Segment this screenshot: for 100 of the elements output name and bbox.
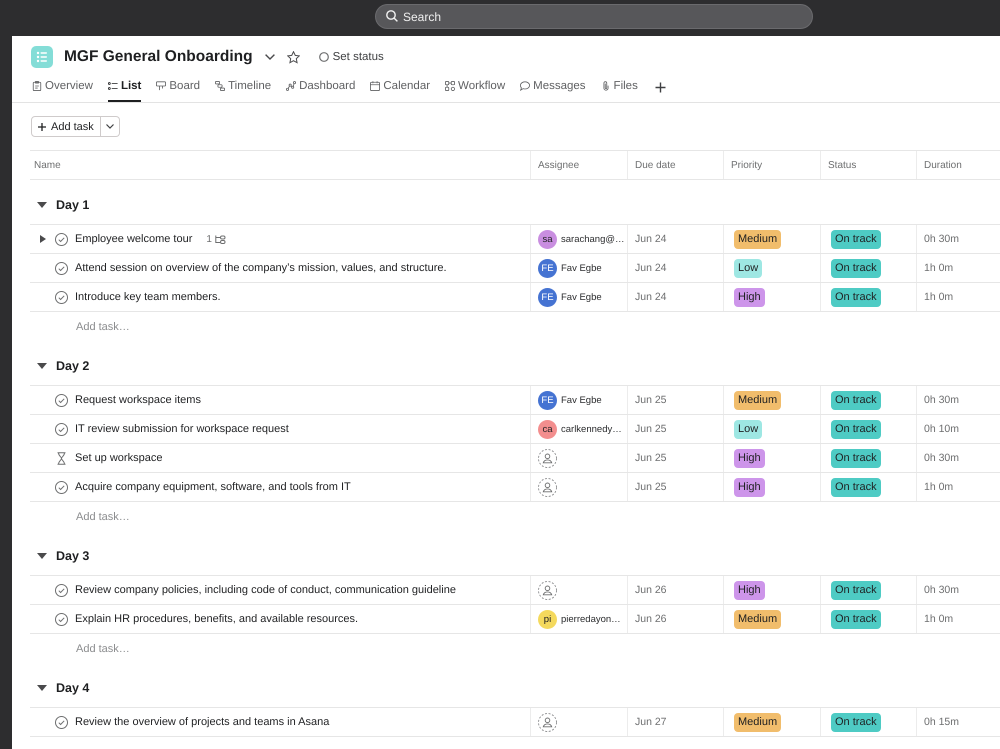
column-header[interactable]: Priority [731, 160, 762, 170]
task-name[interactable]: Attend session on overview of the company’s mission, values, and structure. [75, 262, 447, 274]
check-circle-icon[interactable] [55, 480, 68, 494]
caret-down-icon[interactable] [37, 553, 47, 559]
tab[interactable]: Workflow [445, 72, 506, 102]
duration-text: 0h 30m [924, 452, 960, 464]
check-circle-icon[interactable] [55, 422, 68, 436]
status-tag[interactable]: On track [831, 610, 881, 628]
user-avatar[interactable]: ca [538, 420, 557, 438]
star-icon[interactable] [286, 50, 300, 64]
column-header[interactable]: Duration [924, 160, 962, 170]
priority-tag[interactable]: Medium [734, 230, 782, 248]
add-task-button[interactable]: Add task [31, 116, 101, 137]
chevron-down-icon [106, 124, 114, 129]
unassigned-person-icon[interactable] [538, 712, 557, 732]
due-date: Jun 27 [635, 716, 667, 728]
check-circle-icon[interactable] [55, 394, 68, 406]
user-avatar[interactable]: sa [538, 230, 557, 248]
priority-tag[interactable]: High [734, 448, 765, 468]
user-avatar[interactable]: FE [538, 258, 557, 278]
assignee-name: carlkennedy… [561, 424, 622, 434]
priority-tag[interactable]: Medium [734, 712, 782, 732]
task-name[interactable]: Request workspace items [75, 394, 201, 406]
calendar-icon [370, 81, 380, 91]
check-circle-icon[interactable] [55, 716, 68, 728]
task-name[interactable]: Review company policies, including code of conduct, communication guideline [75, 584, 456, 596]
column-header[interactable]: Status [828, 160, 856, 170]
circle-icon [318, 52, 329, 62]
tab[interactable]: Messages [520, 72, 586, 102]
task-name[interactable]: Employee welcome tour [75, 233, 192, 245]
task-name[interactable]: Review the overview of projects and teams in Asana [75, 716, 330, 728]
column-header[interactable]: Assignee [538, 160, 580, 170]
caret-down-icon[interactable] [37, 363, 47, 369]
check-circle-icon[interactable] [55, 232, 68, 246]
project-title: MGF General Onboarding [64, 48, 253, 66]
tab[interactable]: Files [600, 72, 638, 102]
status-tag[interactable]: On track [831, 258, 881, 278]
unassigned-person-icon[interactable] [538, 448, 557, 468]
check-circle-icon[interactable] [55, 290, 68, 304]
task-name[interactable]: Set up workspace [75, 452, 162, 464]
due-date: Jun 25 [635, 481, 667, 493]
subtasks-icon[interactable] [214, 234, 226, 244]
priority-tag[interactable]: Low [734, 258, 762, 278]
duration-text: 0h 30m [924, 584, 960, 596]
priority-tag[interactable]: Low [734, 420, 762, 438]
caret-down-icon[interactable] [37, 685, 47, 691]
due-date: Jun 24 [635, 291, 667, 303]
chevron-down-icon[interactable] [264, 54, 275, 60]
unassigned-person-icon[interactable] [538, 580, 557, 600]
priority-tag[interactable]: High [734, 580, 765, 600]
task-name[interactable]: Explain HR procedures, benefits, and available resources. [75, 613, 358, 625]
unassigned-person-icon[interactable] [538, 478, 557, 496]
tab[interactable]: Dashboard [286, 72, 356, 102]
priority-tag[interactable]: High [734, 288, 765, 306]
duration-text: 0h 30m [924, 394, 960, 406]
status-tag[interactable]: On track [831, 390, 881, 410]
status-tag[interactable]: On track [831, 288, 881, 306]
hourglass-icon[interactable] [55, 452, 68, 464]
tab[interactable]: List [108, 72, 142, 102]
duration-text: 1h 0m [924, 291, 954, 303]
status-tag[interactable]: On track [831, 230, 881, 248]
priority-tag[interactable]: Medium [734, 390, 782, 410]
status-tag[interactable]: On track [831, 712, 881, 732]
tab[interactable]: Calendar [370, 72, 430, 102]
task-name[interactable]: IT review submission for workspace request [75, 423, 289, 435]
check-circle-icon[interactable] [55, 612, 68, 626]
assignee-name: Fav Egbe [561, 262, 602, 274]
task-name[interactable]: Acquire company equipment, software, and tools from IT [75, 481, 351, 493]
column-header[interactable]: Name [34, 160, 61, 170]
check-circle-icon[interactable] [55, 262, 68, 274]
paperclip-icon [600, 81, 611, 91]
section-title[interactable]: Day 3 [56, 548, 90, 564]
task-name[interactable]: Introduce key team members. [75, 291, 221, 303]
caret-down-icon[interactable] [37, 202, 47, 208]
user-avatar[interactable]: pi [538, 610, 557, 628]
caret-right-icon[interactable] [40, 235, 46, 243]
section-title[interactable]: Day 2 [56, 358, 90, 374]
duration-text: 1h 0m [924, 613, 954, 625]
section-title[interactable]: Day 4 [56, 680, 90, 696]
tab[interactable]: Board [156, 72, 200, 102]
column-header[interactable]: Due date [635, 160, 676, 170]
priority-tag[interactable]: Medium [734, 610, 782, 628]
duration-text: 0h 15m [924, 716, 960, 728]
tab[interactable]: Timeline [215, 72, 272, 102]
plus-icon[interactable] [654, 82, 666, 92]
status-tag[interactable]: On track [831, 448, 881, 468]
status-tag[interactable]: On track [831, 420, 881, 438]
check-circle-icon[interactable] [55, 584, 68, 596]
priority-tag[interactable]: High [734, 478, 765, 496]
duration-text: 0h 30m [924, 233, 960, 245]
tab[interactable]: Overview [32, 72, 93, 102]
status-tag[interactable]: On track [831, 478, 881, 496]
dropdown-button[interactable] [100, 116, 120, 137]
user-avatar[interactable]: FE [538, 288, 557, 306]
section-title[interactable]: Day 1 [56, 197, 90, 213]
subtask-count: 1 [206, 234, 212, 244]
set-status-button[interactable]: Set status [318, 51, 384, 63]
status-tag[interactable]: On track [831, 580, 881, 600]
search-field[interactable]: Search [375, 4, 813, 29]
user-avatar[interactable]: FE [538, 390, 557, 410]
